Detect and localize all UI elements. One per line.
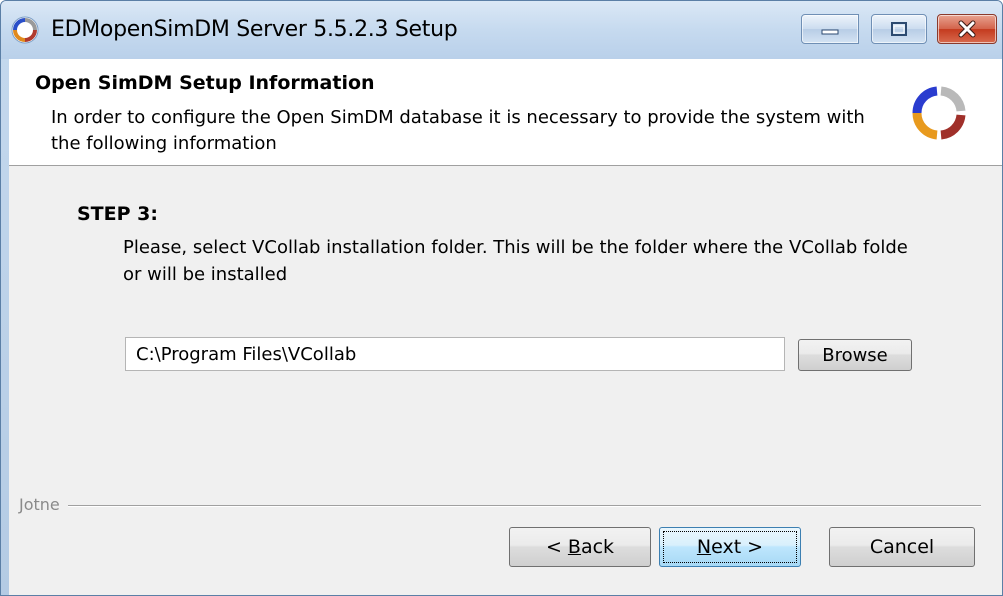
open-simdm-logo [912,86,966,140]
brand-label: Jotne [19,495,68,514]
back-button[interactable]: < Back [509,527,651,567]
back-rest: ack [580,536,615,558]
focus-rectangle [663,531,797,563]
brand-separator: Jotne [19,495,981,515]
back-prefix: < [545,536,568,558]
browse-button[interactable]: Browse [798,339,912,371]
maximize-button[interactable] [871,14,927,44]
setup-panel: Open SimDM Setup Information In order to… [9,59,1002,595]
app-icon [11,16,39,44]
separator-highlight [19,506,981,507]
back-mnemonic: B [567,536,581,558]
cancel-button[interactable]: Cancel [829,527,975,567]
maximize-icon [891,22,907,36]
install-folder-input[interactable] [125,337,785,371]
step-title: STEP 3: [77,203,158,225]
close-icon [958,20,976,38]
step-description: Please, select VCollab installation fold… [123,237,908,285]
setup-window: EDMopenSimDM Server 5.5.2.3 Setup Open S… [0,0,1003,596]
minimize-button[interactable] [801,14,859,44]
title-bar[interactable]: EDMopenSimDM Server 5.5.2.3 Setup [1,1,1002,59]
minimize-icon [821,29,839,35]
next-button[interactable]: Next > [659,527,801,567]
window-title: EDMopenSimDM Server 5.5.2.3 Setup [51,17,458,42]
setup-header: Open SimDM Setup Information In order to… [9,59,1002,166]
close-button[interactable] [937,14,997,44]
page-title: Open SimDM Setup Information [35,72,375,94]
page-subtitle: In order to configure the Open SimDM dat… [51,107,865,154]
